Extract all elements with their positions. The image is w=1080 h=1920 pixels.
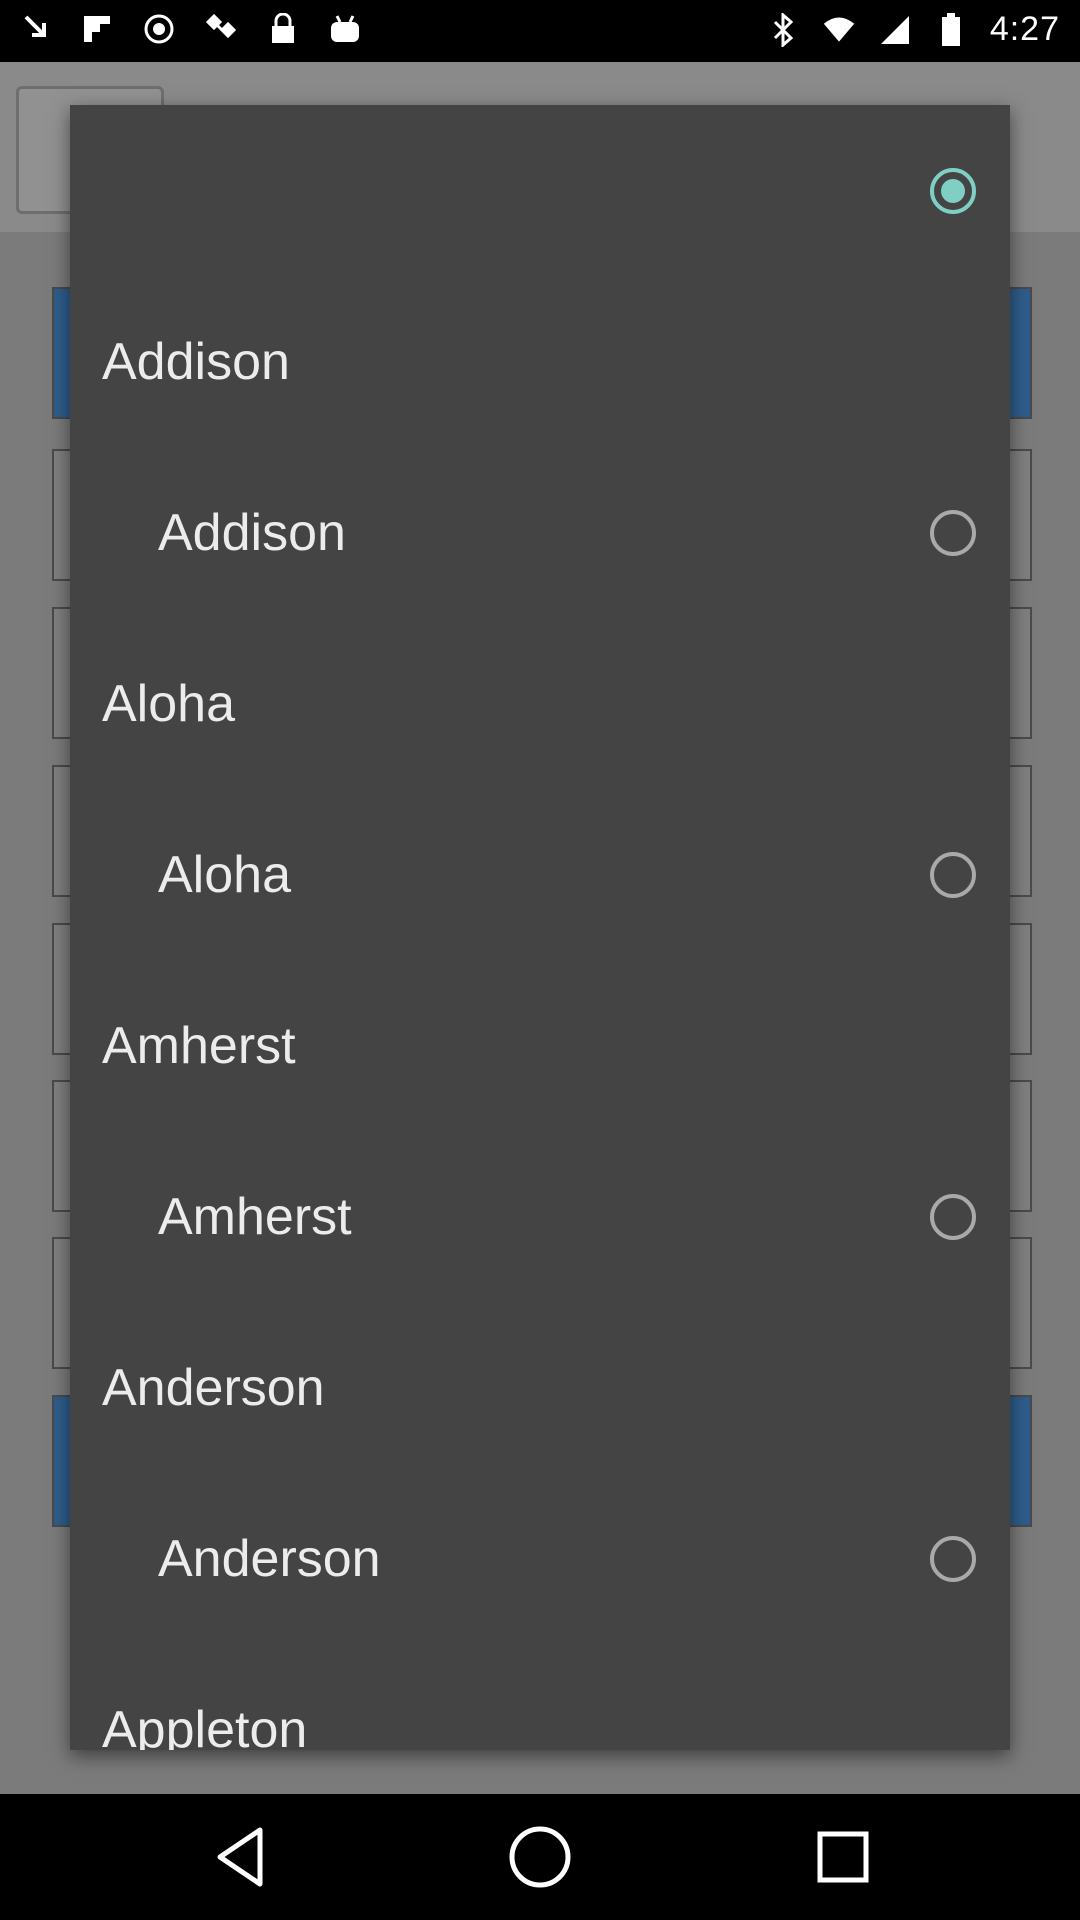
bluetooth-icon [766, 12, 800, 47]
back-icon[interactable] [200, 1817, 280, 1897]
option-label: Anderson [158, 1529, 381, 1588]
option-label: Aloha [158, 845, 291, 904]
circle-dot-icon [142, 12, 176, 46]
header-label: Aloha [102, 674, 235, 733]
header-label: Addison [102, 332, 290, 391]
header-label: Anderson [102, 1358, 325, 1417]
list-option-row[interactable]: Aloha [70, 789, 1010, 960]
radio-button[interactable] [930, 1535, 976, 1582]
list-option-row[interactable]: Anderson [70, 1473, 1010, 1644]
city-picker-dialog: Addison Addison Aloha Aloha Amherst Amhe… [70, 105, 1010, 1750]
android-icon [328, 12, 362, 46]
option-label: Addison [158, 503, 346, 562]
header-label: Appleton [102, 1700, 308, 1751]
wifi-icon [822, 13, 856, 47]
satellite-icon [204, 12, 238, 46]
list-header-row: Anderson [70, 1302, 1010, 1473]
radio-button[interactable] [930, 1193, 976, 1240]
navigation-bar [0, 1794, 1080, 1920]
header-label: Amherst [102, 1016, 296, 1075]
recents-icon[interactable] [803, 1817, 883, 1897]
battery-icon [934, 12, 968, 47]
flipboard-icon [80, 12, 114, 46]
list-header-row: Addison [70, 276, 1010, 447]
download-arrow-icon [18, 12, 52, 46]
list-header-row: Amherst [70, 960, 1010, 1131]
signal-icon [878, 13, 912, 47]
radio-button-checked[interactable] [930, 167, 976, 214]
lock-icon [266, 12, 300, 46]
radio-button[interactable] [930, 509, 976, 556]
option-label: Amherst [158, 1187, 352, 1246]
radio-button[interactable] [930, 851, 976, 898]
clock: 4:27 [989, 10, 1060, 48]
list-option-row[interactable] [70, 105, 1010, 276]
list-option-row[interactable]: Amherst [70, 1131, 1010, 1302]
status-bar: 4:27 [0, 0, 1080, 62]
list-header-row: Appleton [70, 1644, 1010, 1751]
home-icon[interactable] [500, 1817, 580, 1897]
list-header-row: Aloha [70, 618, 1010, 789]
list-option-row[interactable]: Addison [70, 447, 1010, 618]
